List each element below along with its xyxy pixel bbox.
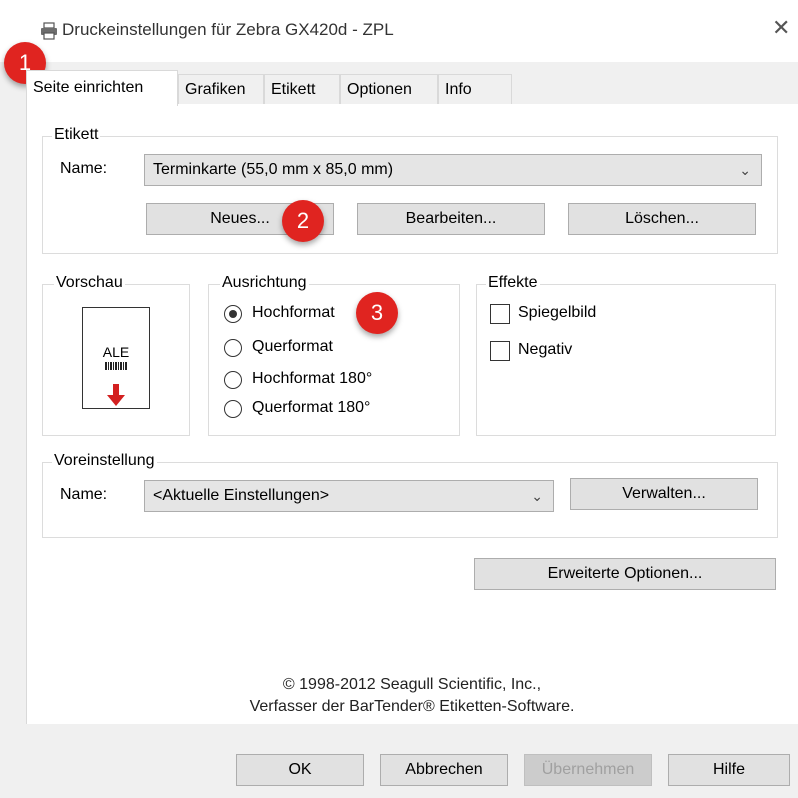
feed-direction-arrow-icon [107,384,125,406]
tab-grafiken[interactable]: Grafiken [178,74,264,105]
radio-hochformat[interactable] [224,305,242,323]
chevron-down-icon: ⌄ [739,162,751,178]
etikett-group-label: Etikett [52,126,101,144]
radio-hochformat-180-label[interactable]: Hochformat 180° [252,370,372,388]
radio-querformat-180-label[interactable]: Querformat 180° [252,399,370,417]
tab-info[interactable]: Info [438,74,512,105]
close-icon[interactable]: ✕ [772,17,790,39]
help-button[interactable]: Hilfe [668,754,790,786]
voreinstellung-name-select[interactable]: <Aktuelle Einstellungen> ⌄ [144,480,554,512]
checkbox-negativ[interactable] [490,341,510,361]
voreinstellung-group-label: Voreinstellung [52,452,157,470]
annotation-badge-2: 2 [282,200,324,242]
cancel-button[interactable]: Abbrechen [380,754,508,786]
advanced-options-button[interactable]: Erweiterte Optionen... [474,558,776,590]
etikett-name-label: Name: [60,160,108,177]
radio-querformat[interactable] [224,339,242,357]
annotation-badge-3: 3 [356,292,398,334]
label-preview: ALE [82,307,150,409]
edit-label-button[interactable]: Bearbeiten... [357,203,545,235]
chevron-down-icon: ⌄ [531,488,543,504]
printer-icon [41,22,57,40]
voreinstellung-name-value: <Aktuelle Einstellungen> [153,487,330,504]
effekte-group-label: Effekte [486,274,540,292]
radio-hochformat-180[interactable] [224,371,242,389]
checkbox-negativ-label[interactable]: Negativ [518,341,572,359]
barcode-icon [105,362,127,370]
ok-button[interactable]: OK [236,754,364,786]
radio-selected-dot [229,310,237,318]
voreinstellung-name-label: Name: [60,486,108,503]
window-title: Druckeinstellungen für Zebra GX420d - ZP… [62,20,394,39]
tab-optionen[interactable]: Optionen [340,74,438,105]
checkbox-spiegelbild[interactable] [490,304,510,324]
tab-seite-einrichten[interactable]: Seite einrichten [26,70,178,106]
copyright-line-1: © 1998-2012 Seagull Scientific, Inc., [282,676,542,693]
radio-querformat-180[interactable] [224,400,242,418]
ausrichtung-group-label: Ausrichtung [220,274,309,292]
delete-label-button[interactable]: Löschen... [568,203,756,235]
etikett-name-select[interactable]: Terminkarte (55,0 mm x 85,0 mm) ⌄ [144,154,762,186]
copyright-line-2: Verfasser der BarTender® Etiketten-Softw… [249,698,575,715]
preview-text: ALE [102,344,130,360]
manage-presets-button[interactable]: Verwalten... [570,478,758,510]
vorschau-group-label: Vorschau [54,274,125,292]
radio-querformat-label[interactable]: Querformat [252,338,333,356]
apply-button[interactable]: Übernehmen [524,754,652,786]
radio-hochformat-label[interactable]: Hochformat [252,304,335,322]
checkbox-spiegelbild-label[interactable]: Spiegelbild [518,304,596,322]
etikett-name-value: Terminkarte (55,0 mm x 85,0 mm) [153,161,394,178]
title-bar: Druckeinstellungen für Zebra GX420d - ZP… [0,0,798,62]
tab-etikett[interactable]: Etikett [264,74,340,105]
